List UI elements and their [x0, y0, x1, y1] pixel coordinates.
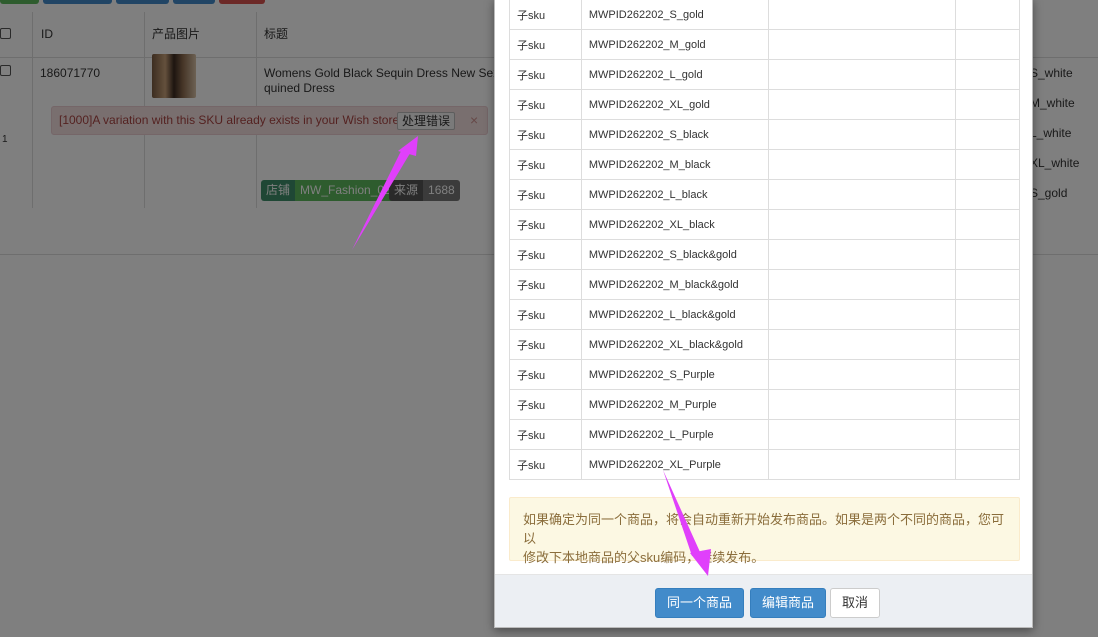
sku-code-cell: MWPID262202_M_Purple: [580, 389, 769, 420]
sku-type-cell: 子sku: [509, 89, 582, 120]
empty-cell: [767, 449, 957, 480]
sku-code-cell: MWPID262202_XL_black: [580, 209, 769, 240]
empty-cell: [955, 269, 1020, 300]
empty-cell: [767, 89, 957, 120]
sku-type-cell: 子sku: [509, 0, 582, 30]
sku-type-cell: 子sku: [509, 59, 582, 90]
empty-cell: [767, 149, 957, 180]
sku-type-cell: 子sku: [509, 149, 582, 180]
empty-cell: [955, 209, 1020, 240]
sku-conflict-modal: 子sku MWPID262202_S_gold 子sku MWPID262202_M_…: [494, 0, 1033, 628]
sku-code-cell: MWPID262202_M_black&gold: [580, 269, 769, 300]
sku-code-cell: MWPID262202_S_gold: [580, 0, 769, 30]
sku-type-cell: 子sku: [509, 389, 582, 420]
table-row: 子sku MWPID262202_M_black: [509, 149, 1020, 180]
empty-cell: [955, 299, 1020, 330]
sku-code-cell: MWPID262202_XL_Purple: [580, 449, 769, 480]
sku-type-cell: 子sku: [509, 329, 582, 360]
warning-line-2: 修改下本地商品的父sku编码，继续发布。: [523, 550, 765, 565]
empty-cell: [955, 0, 1020, 30]
sku-type-cell: 子sku: [509, 29, 582, 60]
empty-cell: [955, 179, 1020, 210]
sku-code-cell: MWPID262202_L_gold: [580, 59, 769, 90]
sku-code-cell: MWPID262202_L_black: [580, 179, 769, 210]
table-row: 子sku MWPID262202_L_black: [509, 179, 1020, 210]
sku-type-cell: 子sku: [509, 269, 582, 300]
table-row: 子sku MWPID262202_XL_black: [509, 209, 1020, 240]
warning-message: 如果确定为同一个商品，将会自动重新开始发布商品。如果是两个不同的商品，您可以 修…: [509, 497, 1020, 565]
empty-cell: [767, 59, 957, 90]
empty-cell: [955, 149, 1020, 180]
sku-code-cell: MWPID262202_S_Purple: [580, 359, 769, 390]
table-row: 子sku MWPID262202_M_black&gold: [509, 269, 1020, 300]
table-row: 子sku MWPID262202_M_gold: [509, 29, 1020, 60]
empty-cell: [767, 0, 957, 30]
modal-footer: 同一个商品 编辑商品 取消: [495, 574, 1032, 627]
sku-type-cell: 子sku: [509, 359, 582, 390]
empty-cell: [767, 179, 957, 210]
table-row: 子sku MWPID262202_L_Purple: [509, 419, 1020, 450]
empty-cell: [955, 89, 1020, 120]
table-row: 子sku MWPID262202_XL_Purple: [509, 449, 1020, 480]
empty-cell: [767, 329, 957, 360]
same-product-button[interactable]: 同一个商品: [655, 588, 745, 618]
sku-table: 子sku MWPID262202_S_gold 子sku MWPID262202_M_…: [509, 0, 1020, 480]
sku-code-cell: MWPID262202_XL_gold: [580, 89, 769, 120]
empty-cell: [767, 239, 957, 270]
sku-type-cell: 子sku: [509, 119, 582, 150]
sku-type-cell: 子sku: [509, 239, 582, 270]
edit-product-button[interactable]: 编辑商品: [750, 588, 827, 618]
empty-cell: [767, 269, 957, 300]
empty-cell: [955, 389, 1020, 420]
warning-line-1: 如果确定为同一个商品，将会自动重新开始发布商品。如果是两个不同的商品，您可以: [523, 512, 1005, 546]
empty-cell: [767, 359, 957, 390]
sku-code-cell: MWPID262202_L_black&gold: [580, 299, 769, 330]
table-row: 子sku MWPID262202_L_gold: [509, 59, 1020, 90]
empty-cell: [955, 239, 1020, 270]
table-row: 子sku MWPID262202_XL_black&gold: [509, 329, 1020, 360]
empty-cell: [767, 209, 957, 240]
cancel-button[interactable]: 取消: [830, 588, 881, 618]
sku-code-cell: MWPID262202_L_Purple: [580, 419, 769, 450]
sku-type-cell: 子sku: [509, 299, 582, 330]
empty-cell: [955, 29, 1020, 60]
sku-type-cell: 子sku: [509, 419, 582, 450]
empty-cell: [955, 359, 1020, 390]
empty-cell: [955, 419, 1020, 450]
empty-cell: [767, 419, 957, 450]
sku-code-cell: MWPID262202_M_gold: [580, 29, 769, 60]
empty-cell: [955, 449, 1020, 480]
table-row: 子sku MWPID262202_M_Purple: [509, 389, 1020, 420]
empty-cell: [767, 389, 957, 420]
empty-cell: [955, 119, 1020, 150]
empty-cell: [767, 299, 957, 330]
table-row: 子sku MWPID262202_XL_gold: [509, 89, 1020, 120]
sku-code-cell: MWPID262202_S_black&gold: [580, 239, 769, 270]
sku-type-cell: 子sku: [509, 179, 582, 210]
sku-type-cell: 子sku: [509, 209, 582, 240]
empty-cell: [955, 329, 1020, 360]
empty-cell: [955, 59, 1020, 90]
empty-cell: [767, 29, 957, 60]
sku-code-cell: MWPID262202_S_black: [580, 119, 769, 150]
sku-code-cell: MWPID262202_M_black: [580, 149, 769, 180]
table-row: 子sku MWPID262202_L_black&gold: [509, 299, 1020, 330]
table-row: 子sku MWPID262202_S_black: [509, 119, 1020, 150]
sku-type-cell: 子sku: [509, 449, 582, 480]
table-row: 子sku MWPID262202_S_gold: [509, 0, 1020, 30]
empty-cell: [767, 119, 957, 150]
sku-code-cell: MWPID262202_XL_black&gold: [580, 329, 769, 360]
table-row: 子sku MWPID262202_S_Purple: [509, 359, 1020, 390]
table-row: 子sku MWPID262202_S_black&gold: [509, 239, 1020, 270]
